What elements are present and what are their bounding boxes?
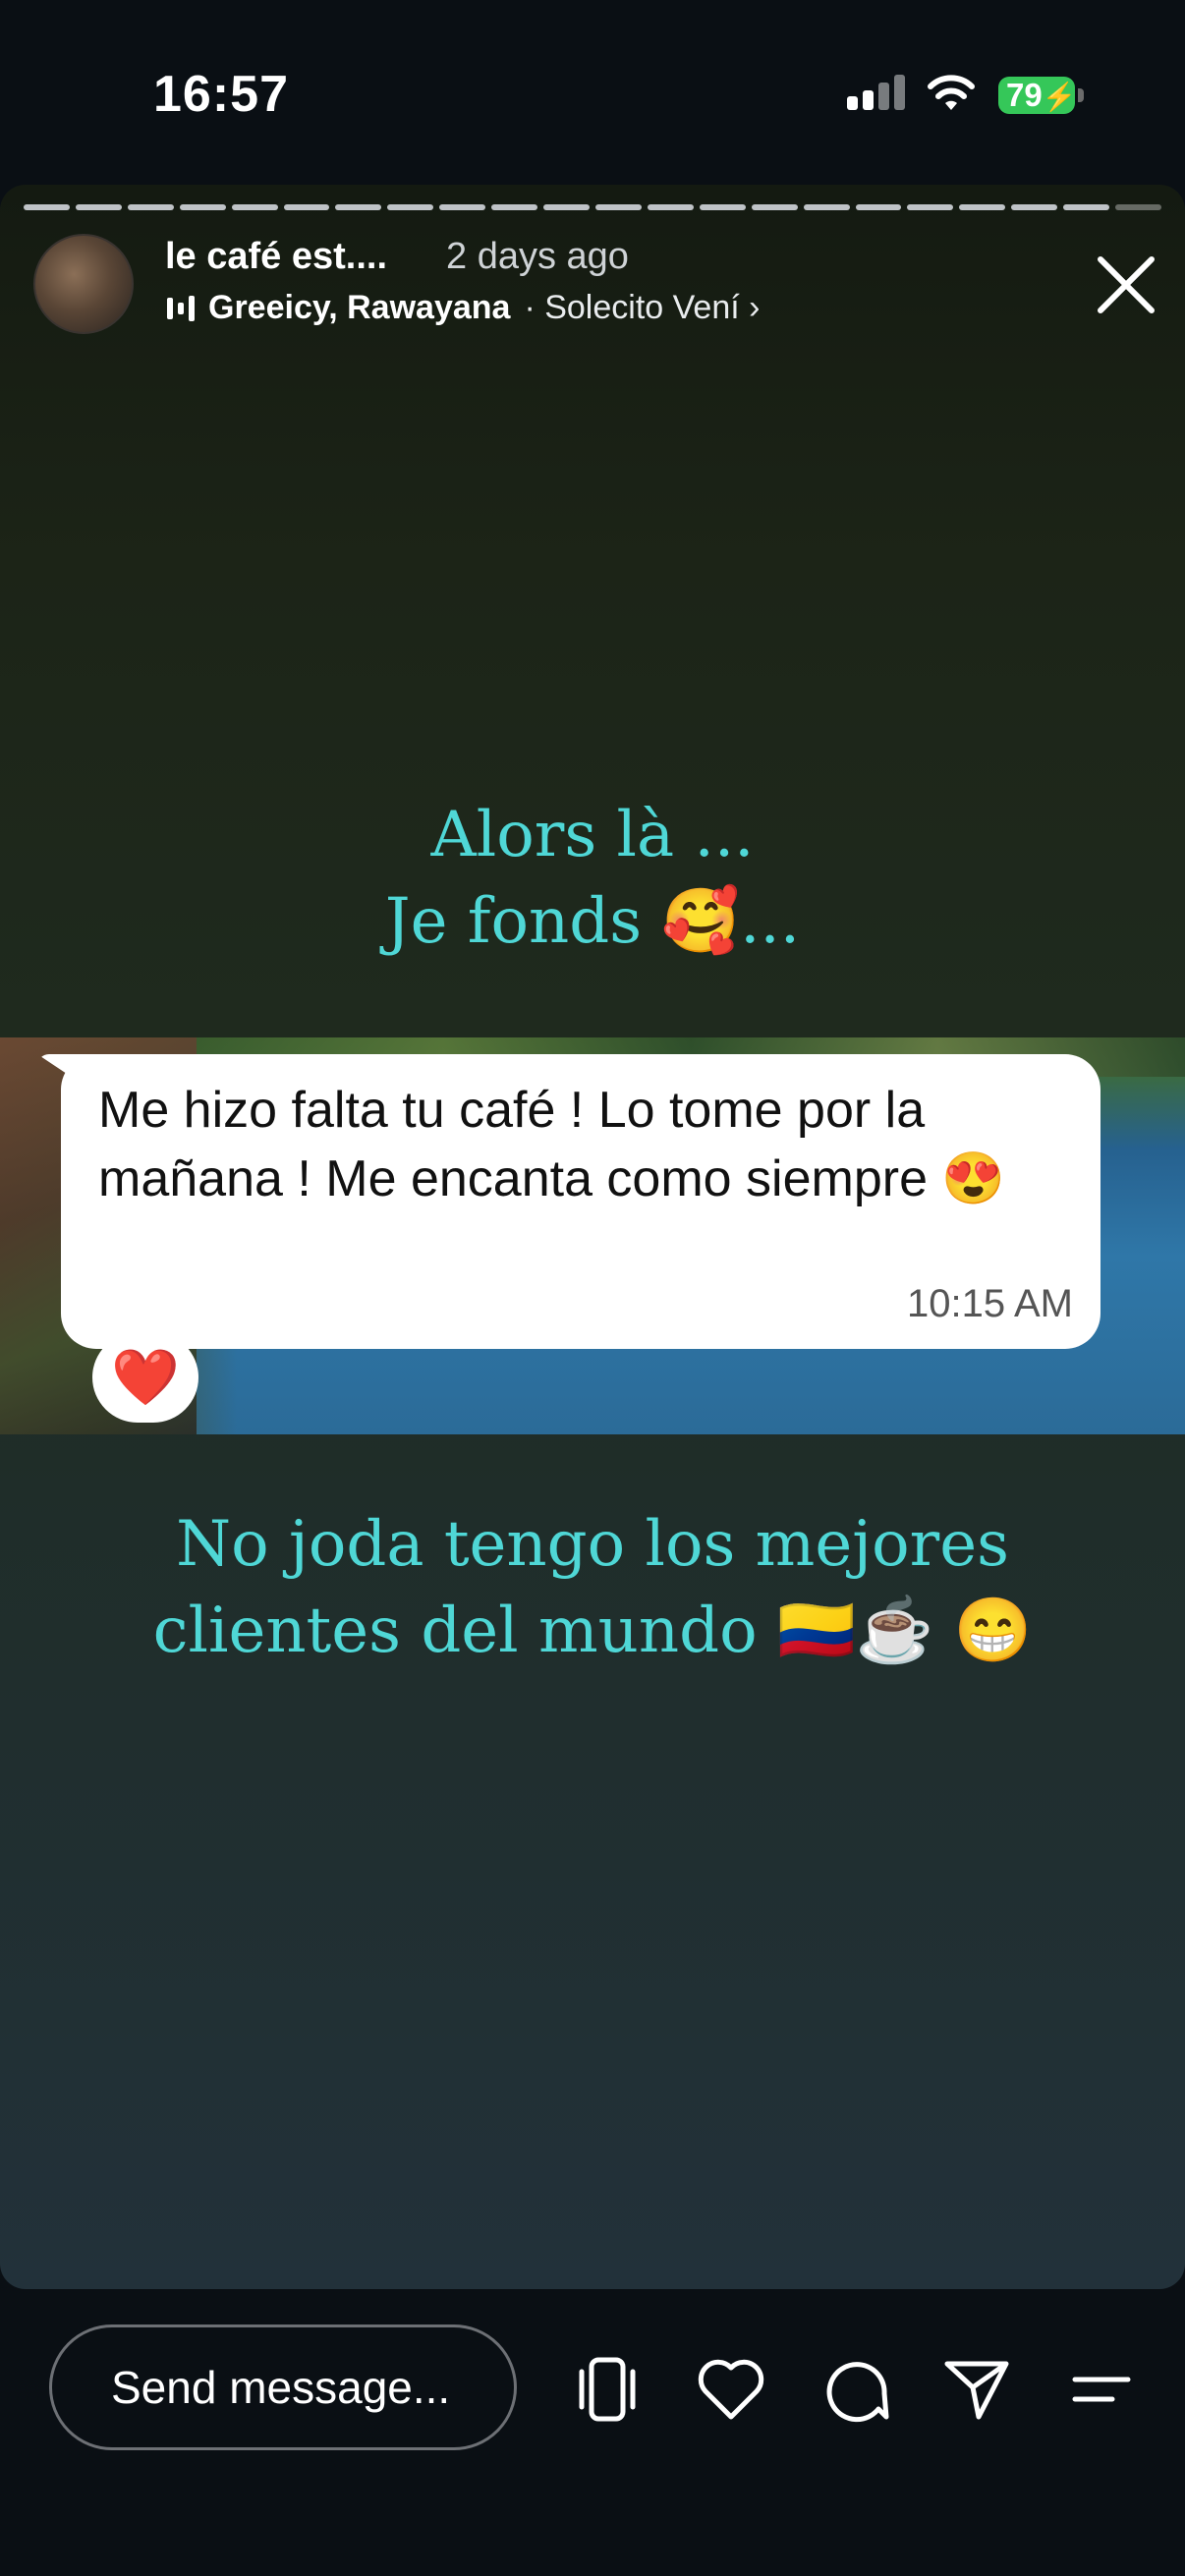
post-time: 2 days ago <box>446 236 629 277</box>
headline-bottom-line2: clientes del mundo 🇨🇴☕ 😁 <box>152 1595 1033 1667</box>
battery-tip <box>1078 88 1084 102</box>
music-attribution[interactable]: Greeicy, Rawayana · Solecito Vení › <box>167 289 760 327</box>
headline-top-line2: Je fonds 🥰... <box>384 885 801 958</box>
rotate-device-icon[interactable] <box>568 2350 647 2429</box>
send-icon[interactable] <box>937 2350 1016 2429</box>
story-progress-bar <box>24 204 1161 210</box>
wifi-icon <box>928 75 975 110</box>
close-icon[interactable] <box>1091 250 1161 320</box>
chat-message-time: 10:15 AM <box>906 1282 1073 1325</box>
headline-bottom: No joda tengo los mejores clientes del m… <box>0 1501 1185 1674</box>
comment-icon[interactable] <box>816 2350 894 2429</box>
headline-top: Alors là ... Je fonds 🥰... <box>0 792 1185 965</box>
account-avatar[interactable] <box>33 234 134 334</box>
music-bars-icon <box>167 294 195 323</box>
headline-top-line1: Alors là ... <box>430 799 755 871</box>
chat-message-text: Me hizo falta tu café ! Lo tome por la m… <box>98 1082 1006 1207</box>
battery-indicator: 79⚡ <box>998 77 1077 114</box>
menu-icon[interactable] <box>1061 2350 1140 2429</box>
send-message-input[interactable]: Send message... <box>49 2324 517 2450</box>
story-viewer[interactable]: le café est.... 2 days ago Greeicy, Rawa… <box>0 185 1185 2289</box>
chat-bubble: Me hizo falta tu café ! Lo tome por la m… <box>61 1054 1100 1349</box>
status-bar: 16:57 79⚡ <box>0 0 1185 187</box>
music-song: · Solecito Vení › <box>524 289 761 326</box>
headline-bottom-line1: No joda tengo los mejores <box>176 1508 1009 1581</box>
charging-bolt-icon: ⚡ <box>1042 82 1077 112</box>
account-name[interactable]: le café est.... <box>165 236 387 278</box>
clock: 16:57 <box>153 66 289 123</box>
heart-reaction: ❤️ <box>92 1332 198 1423</box>
heart-icon[interactable] <box>692 2350 770 2429</box>
music-artists: Greeicy, Rawayana <box>208 289 511 326</box>
